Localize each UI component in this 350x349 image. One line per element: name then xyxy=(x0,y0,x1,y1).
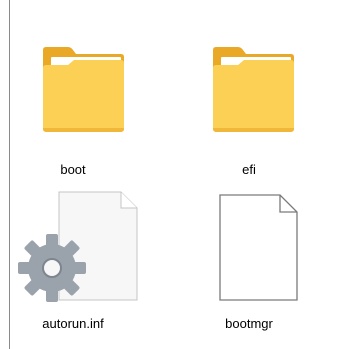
folder-icon xyxy=(181,24,317,154)
folder-item-boot[interactable]: boot xyxy=(5,24,141,180)
item-label: autorun.inf xyxy=(42,316,104,331)
item-label: bootmgr xyxy=(225,316,273,331)
file-explorer-view: boot efi autorun.inf bootmgr xyxy=(0,0,350,349)
folder-icon xyxy=(5,24,141,154)
file-item-autorun-inf[interactable]: autorun.inf xyxy=(5,182,141,338)
gear-icon xyxy=(18,234,86,302)
item-label: boot xyxy=(60,162,86,177)
blank-file-icon xyxy=(181,182,317,312)
settings-file-icon xyxy=(5,182,141,312)
folder-item-efi[interactable]: efi xyxy=(181,24,317,180)
file-item-bootmgr[interactable]: bootmgr xyxy=(181,182,317,338)
item-label: efi xyxy=(242,162,256,177)
